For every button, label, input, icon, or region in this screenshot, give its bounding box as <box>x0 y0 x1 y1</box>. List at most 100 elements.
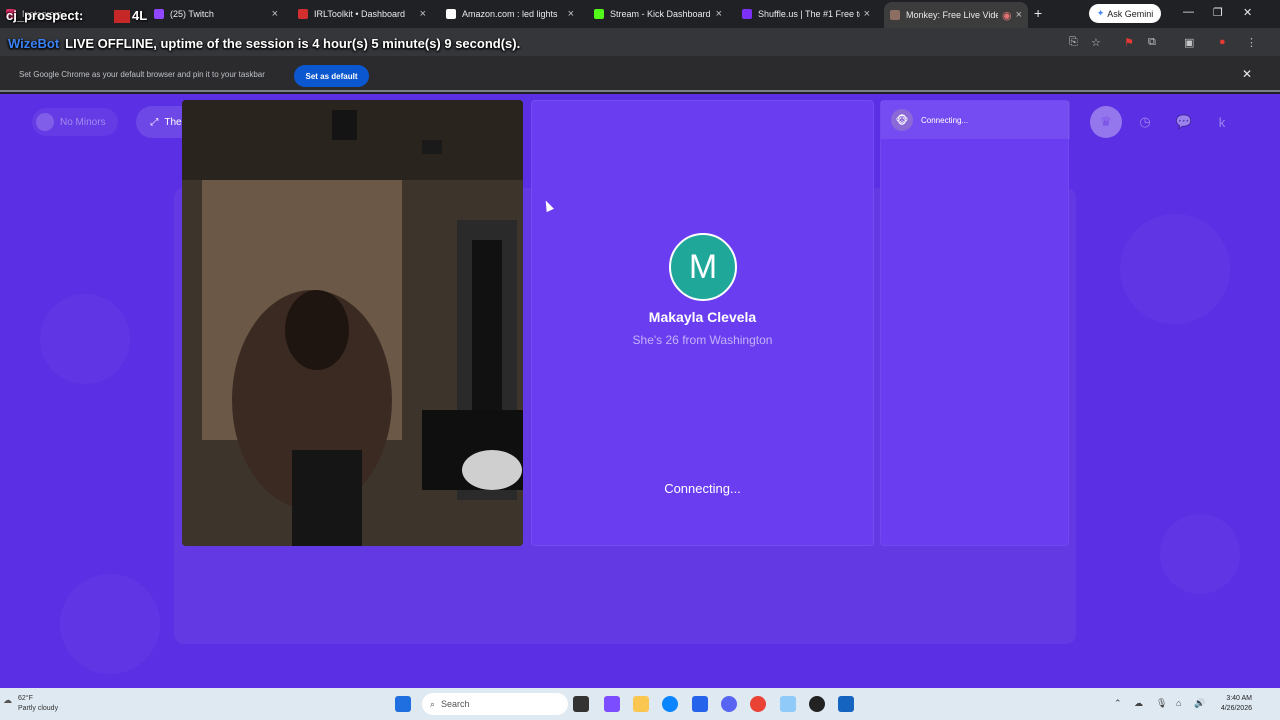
messages-button[interactable]: 💬 <box>1168 106 1200 138</box>
no-minors-toggle[interactable]: No Minors <box>32 108 118 136</box>
chrome-icon[interactable] <box>750 696 766 712</box>
close-icon[interactable]: × <box>420 8 426 20</box>
infobar-message: Set Google Chrome as your default browse… <box>19 70 265 79</box>
close-icon[interactable]: × <box>1016 9 1022 21</box>
bg-decoration <box>1160 514 1240 594</box>
edge-icon[interactable] <box>662 696 678 712</box>
recording-icon: ◉ <box>1001 9 1012 22</box>
browser-tab-bar: Instagram (25) Twitch × IRLToolkit • Das… <box>0 0 1280 28</box>
restore-icon[interactable]: ❐ <box>1213 6 1223 19</box>
obs-icon[interactable] <box>809 696 825 712</box>
clock-icon: ◷ <box>1139 114 1151 129</box>
cloud-icon[interactable]: ☁ <box>1134 698 1143 709</box>
bg-decoration <box>1120 214 1230 324</box>
kebab-menu-icon[interactable]: ⋮ <box>1246 36 1257 49</box>
extension-red-icon[interactable]: ⚑ <box>1124 36 1134 49</box>
app-icon[interactable] <box>838 696 854 712</box>
system-clock[interactable]: 3:40 AM 4/26/2026 <box>1212 694 1252 714</box>
tab-title: (25) Twitch <box>170 9 214 19</box>
minimize-icon[interactable]: — <box>1183 6 1194 18</box>
partner-info: She's 26 from Washington <box>632 333 773 347</box>
tab-kick[interactable]: Stream - Kick Dashboard × <box>588 4 728 24</box>
connecting-row: 🐵 Connecting... <box>881 101 1070 139</box>
crown-button[interactable]: ♛ <box>1090 106 1122 138</box>
chat-bubble-icon: 💬 <box>1175 114 1193 129</box>
tab-title: IRLToolkit • Dashboard <box>314 9 406 19</box>
copilot-icon[interactable] <box>604 696 620 712</box>
self-camera-feed <box>182 100 523 546</box>
tab-title: Stream - Kick Dashboard <box>610 9 711 19</box>
amazon-icon <box>446 9 456 19</box>
file-explorer-icon[interactable] <box>633 696 649 712</box>
chevron-up-icon[interactable]: ⌃ <box>1114 698 1122 709</box>
gemini-icon: ✦ <box>1096 8 1105 18</box>
bg-decoration <box>60 574 160 674</box>
tab-title: Shuffle.us | The #1 Free to P <box>758 9 860 19</box>
tab-shuffle[interactable]: Shuffle.us | The #1 Free to P × <box>736 4 876 24</box>
profile-button[interactable]: k <box>1206 106 1238 138</box>
tab-amazon[interactable]: Amazon.com : led lights × <box>440 4 580 24</box>
bookmark-star-icon[interactable]: ☆ <box>1091 36 1101 49</box>
set-default-button[interactable]: Set as default <box>294 65 369 87</box>
ask-gemini-label: Ask Gemini <box>1107 8 1154 19</box>
overlay-chat-message: WizeBot LIVE OFFLINE, uptime of the sessi… <box>8 33 568 55</box>
close-icon[interactable]: × <box>568 8 574 20</box>
volume-icon[interactable]: 🔊 <box>1194 698 1205 709</box>
camera-image <box>182 100 523 546</box>
overlay-username: cj_prospect: <box>6 8 84 23</box>
app-icon[interactable] <box>780 696 796 712</box>
irltoolkit-icon <box>298 9 308 19</box>
bot-name: WizeBot <box>8 36 60 51</box>
toggle-knob-icon <box>36 113 54 131</box>
kick-icon <box>594 9 604 19</box>
no-minors-label: No Minors <box>60 116 106 128</box>
shuffle-icon <box>742 9 752 19</box>
taskbar-search[interactable]: ⌕ Search <box>422 693 568 715</box>
close-icon[interactable]: × <box>864 8 870 20</box>
extensions-puzzle-icon[interactable]: ⧉ <box>1148 36 1156 49</box>
tab-title: Monkey: Free Live Video <box>906 10 998 20</box>
discord-icon[interactable] <box>721 696 737 712</box>
new-tab-icon[interactable]: + <box>1034 5 1042 21</box>
overlay-tag: 4L <box>114 8 148 24</box>
profile-avatar-icon[interactable]: ● <box>1219 36 1226 48</box>
clock-time: 3:40 AM <box>1226 695 1252 702</box>
install-icon[interactable]: ⎘ <box>1069 36 1078 49</box>
close-icon[interactable]: × <box>272 8 278 20</box>
ask-gemini-button[interactable]: ✦ Ask Gemini <box>1089 4 1161 23</box>
weather-temp: 62°F <box>18 695 33 702</box>
monkey-icon: 🐵 <box>891 109 913 131</box>
weather-icon: ☁ <box>3 695 12 705</box>
task-view-icon[interactable] <box>573 696 589 712</box>
windows-taskbar: ☁ 62°F Partly cloudy ⌕ Search ⌃ ☁ 🎙 ⌂ 🔊 … <box>0 688 1280 720</box>
bg-decoration <box>40 294 130 384</box>
partner-panel: M Makayla Clevela She's 26 from Washingt… <box>531 100 874 546</box>
start-icon[interactable] <box>395 696 411 712</box>
bot-message: LIVE OFFLINE, uptime of the session is 4… <box>65 36 521 51</box>
mic-icon[interactable]: 🎙 <box>1156 698 1167 709</box>
wifi-icon[interactable]: ⌂ <box>1176 698 1181 708</box>
weather-widget[interactable]: 62°F Partly cloudy <box>18 694 58 714</box>
side-chat-panel: 🐵 Connecting... <box>880 100 1070 546</box>
twitch-icon <box>154 9 164 19</box>
clock-date: 4/26/2026 <box>1220 705 1252 712</box>
default-browser-infobar: Set Google Chrome as your default browse… <box>0 56 1280 92</box>
close-window-icon[interactable]: ✕ <box>1243 6 1252 19</box>
overlay-tag-label: 4L <box>132 8 148 23</box>
side-connecting-label: Connecting... <box>921 115 969 125</box>
close-icon[interactable]: × <box>716 8 722 20</box>
tab-title: Amazon.com : led lights <box>462 9 558 19</box>
tab-twitch[interactable]: (25) Twitch × <box>148 4 284 24</box>
sidepanel-icon[interactable]: ▣ <box>1184 36 1194 49</box>
search-icon: ⌕ <box>430 698 436 709</box>
expand-icon: ⤢ <box>150 116 159 128</box>
store-icon[interactable] <box>692 696 708 712</box>
partner-avatar: M <box>669 233 737 301</box>
tab-irltoolkit[interactable]: IRLToolkit • Dashboard × <box>292 4 432 24</box>
close-icon[interactable]: ✕ <box>1242 67 1252 81</box>
history-button[interactable]: ◷ <box>1129 106 1161 138</box>
badge-icon <box>114 10 130 24</box>
partner-name: Makayla Clevela <box>648 309 757 325</box>
tab-monkey[interactable]: Monkey: Free Live Video ◉ × <box>884 2 1028 28</box>
search-placeholder: Search <box>441 699 470 709</box>
